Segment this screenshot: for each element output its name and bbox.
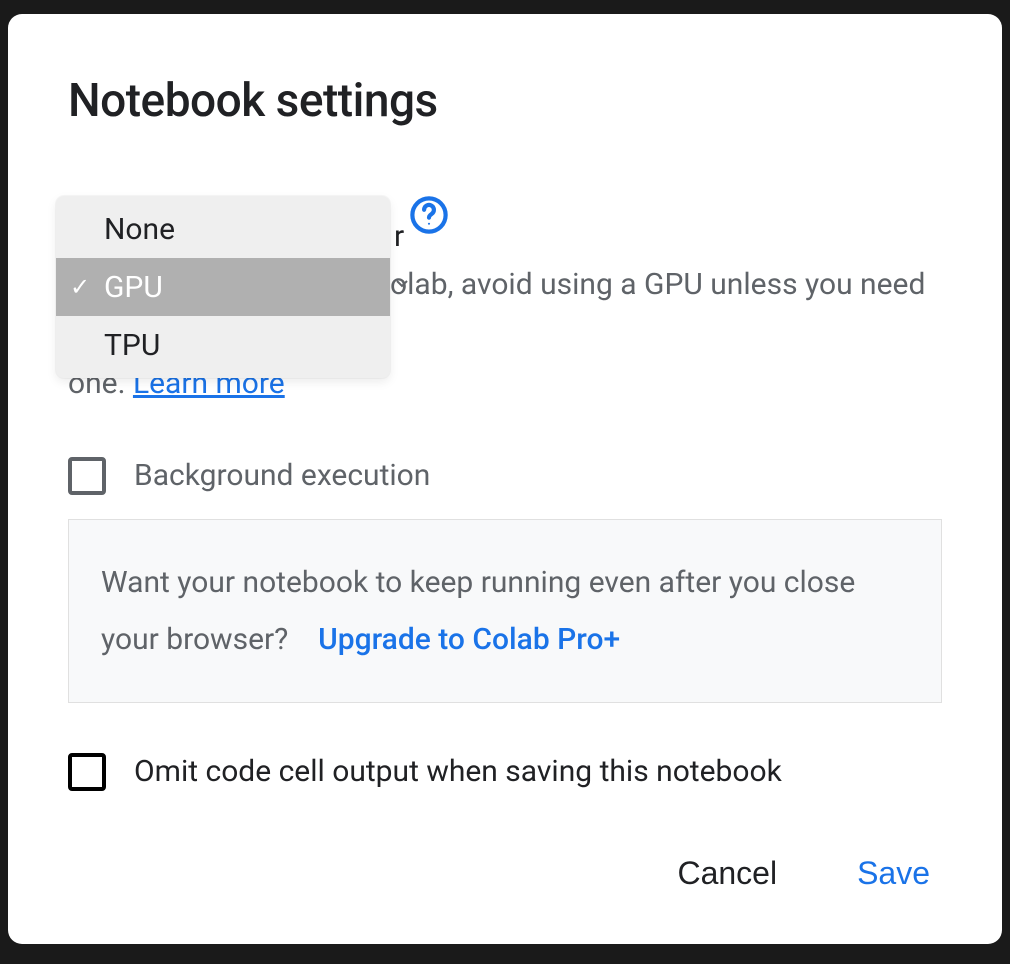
background-execution-row: Background execution: [68, 457, 942, 495]
background-execution-label: Background execution: [134, 458, 430, 493]
notebook-settings-dialog: Notebook settings r To get the most out …: [8, 14, 1002, 944]
help-icon[interactable]: [408, 194, 450, 236]
dropdown-arrow-icon[interactable]: [390, 272, 414, 296]
omit-output-checkbox[interactable]: [68, 753, 106, 791]
accelerator-option-gpu[interactable]: GPU: [56, 258, 390, 316]
upgrade-colab-pro-link[interactable]: Upgrade to Colab Pro+: [318, 622, 620, 657]
omit-output-row: Omit code cell output when saving this n…: [68, 753, 942, 791]
accelerator-dropdown[interactable]: None GPU TPU: [56, 196, 390, 378]
upgrade-info-box: Want your notebook to keep running even …: [68, 519, 942, 703]
dialog-actions: Cancel Save: [673, 847, 934, 900]
cancel-button[interactable]: Cancel: [673, 847, 781, 900]
accelerator-option-none[interactable]: None: [56, 200, 390, 258]
dialog-title: Notebook settings: [68, 74, 942, 128]
save-button[interactable]: Save: [853, 847, 934, 900]
accelerator-option-tpu[interactable]: TPU: [56, 316, 390, 374]
accelerator-label-fragment: r: [394, 219, 404, 254]
background-execution-checkbox[interactable]: [68, 457, 106, 495]
omit-output-label: Omit code cell output when saving this n…: [134, 754, 782, 789]
